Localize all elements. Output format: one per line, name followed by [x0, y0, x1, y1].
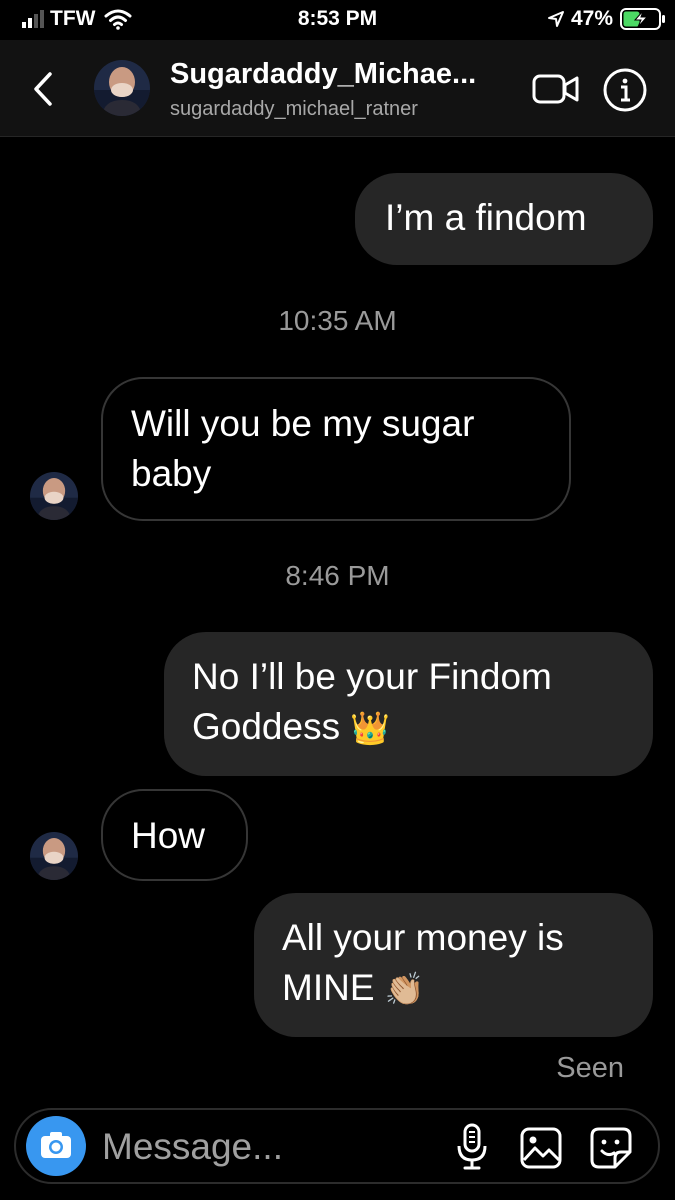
info-icon[interactable] [602, 67, 648, 113]
message-text-line-with-emoji: Goddess 👑 [192, 702, 625, 753]
message-bubble-outgoing[interactable]: I’m a findom [355, 173, 653, 265]
chat-header: Sugardaddy_Michae... sugardaddy_michael_… [0, 40, 675, 137]
location-arrow-icon [548, 11, 564, 27]
message-bubble-outgoing[interactable]: No I’ll be your Findom Goddess 👑 [164, 632, 653, 776]
sender-avatar[interactable] [30, 472, 78, 520]
dm-screen: TFW 8:53 PM 47% Sugardaddy_Michae... sug… [0, 0, 675, 1200]
avatar-photo [94, 60, 150, 116]
camera-button[interactable] [26, 1116, 86, 1176]
message-composer [14, 1108, 660, 1184]
clapping-hands-emoji: 👏🏼 [384, 971, 425, 1007]
avatar-photo [30, 472, 78, 520]
message-text-line: baby [131, 453, 212, 494]
contact-display-name[interactable]: Sugardaddy_Michae... [170, 58, 520, 91]
camera-icon [41, 1132, 71, 1158]
message-bubble-incoming[interactable]: Will you be my sugar baby [101, 377, 571, 521]
message-text-line: No I’ll be your Findom [192, 656, 552, 697]
message-text-line-with-emoji: MINE 👏🏼 [282, 963, 625, 1014]
video-call-icon[interactable] [532, 72, 580, 106]
avatar-photo [30, 832, 78, 880]
crown-emoji: 👑 [350, 710, 391, 746]
message-timestamp: 8:46 PM [285, 560, 390, 591]
battery-charging-icon [620, 8, 665, 30]
message-text-line: Goddess [192, 706, 341, 747]
message-timestamp: 10:35 AM [278, 305, 397, 336]
battery-percent: 47% [571, 7, 614, 30]
back-chevron-icon[interactable] [30, 70, 58, 108]
seen-receipt: Seen [556, 1052, 624, 1084]
message-bubble-incoming[interactable]: How [101, 789, 248, 881]
contact-username[interactable]: sugardaddy_michael_ratner [170, 98, 418, 121]
message-text-line: Will you be my sugar [131, 403, 475, 444]
message-text-line: MINE [282, 967, 375, 1008]
sticker-icon[interactable] [589, 1126, 633, 1170]
message-text: How [131, 815, 206, 856]
avatar[interactable] [94, 60, 150, 116]
message-bubble-outgoing[interactable]: All your money is MINE 👏🏼 [254, 893, 653, 1037]
message-text-line: All your money is [282, 917, 564, 958]
message-text: I’m a findom [385, 197, 587, 238]
status-bar: TFW 8:53 PM 47% [0, 0, 675, 40]
gallery-icon[interactable] [519, 1126, 563, 1170]
microphone-icon[interactable] [454, 1122, 490, 1172]
sender-avatar[interactable] [30, 832, 78, 880]
message-input[interactable] [102, 1125, 432, 1169]
